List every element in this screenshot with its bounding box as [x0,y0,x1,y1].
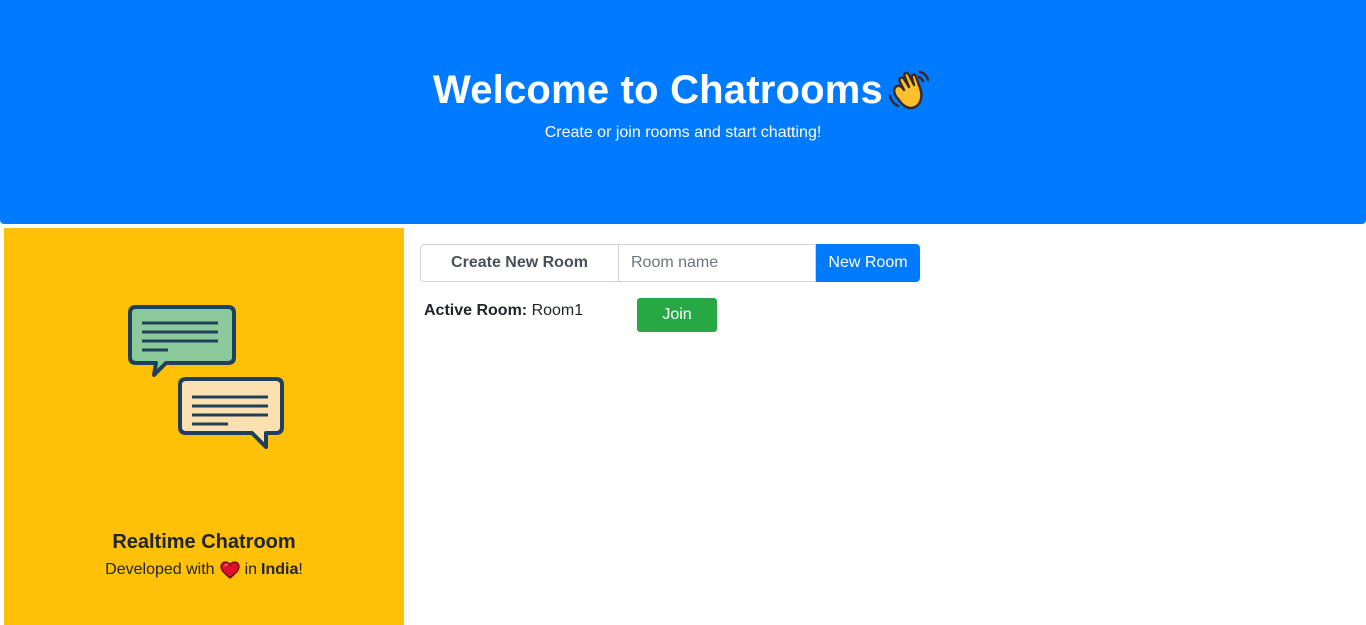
credit-prefix: Developed with [105,561,215,578]
room-name-input[interactable] [618,244,816,282]
waving-hand-icon [885,66,933,114]
active-room-label: Active Room: Room1 [424,301,583,321]
welcome-title-row: Welcome to Chatrooms [0,64,1366,116]
active-room-key: Active Room: [424,302,528,319]
chat-bubbles-icon [128,305,288,455]
credit-middle: in [244,561,258,578]
info-card: Realtime Chatroom Developed with in Indi… [4,228,404,625]
developer-credit: Developed with in India ! [4,560,404,580]
welcome-subtitle: Create or join rooms and start chatting! [544,124,822,141]
credit-suffix: ! [298,561,303,578]
page-title: Welcome to Chatrooms [433,68,883,112]
card-title: Realtime Chatroom [112,531,296,553]
create-room-form: Create New Room New Room [420,244,920,282]
new-room-button[interactable]: New Room [816,244,920,282]
create-room-label: Create New Room [420,244,618,282]
join-room-button[interactable]: Join [637,298,717,332]
heart-icon [219,561,240,579]
welcome-banner: Welcome to Chatrooms Create or join room… [0,0,1366,224]
room-list-item: Active Room: Room1 Join [424,298,824,332]
active-room-name: Room1 [531,302,584,319]
credit-country: India [261,561,299,578]
